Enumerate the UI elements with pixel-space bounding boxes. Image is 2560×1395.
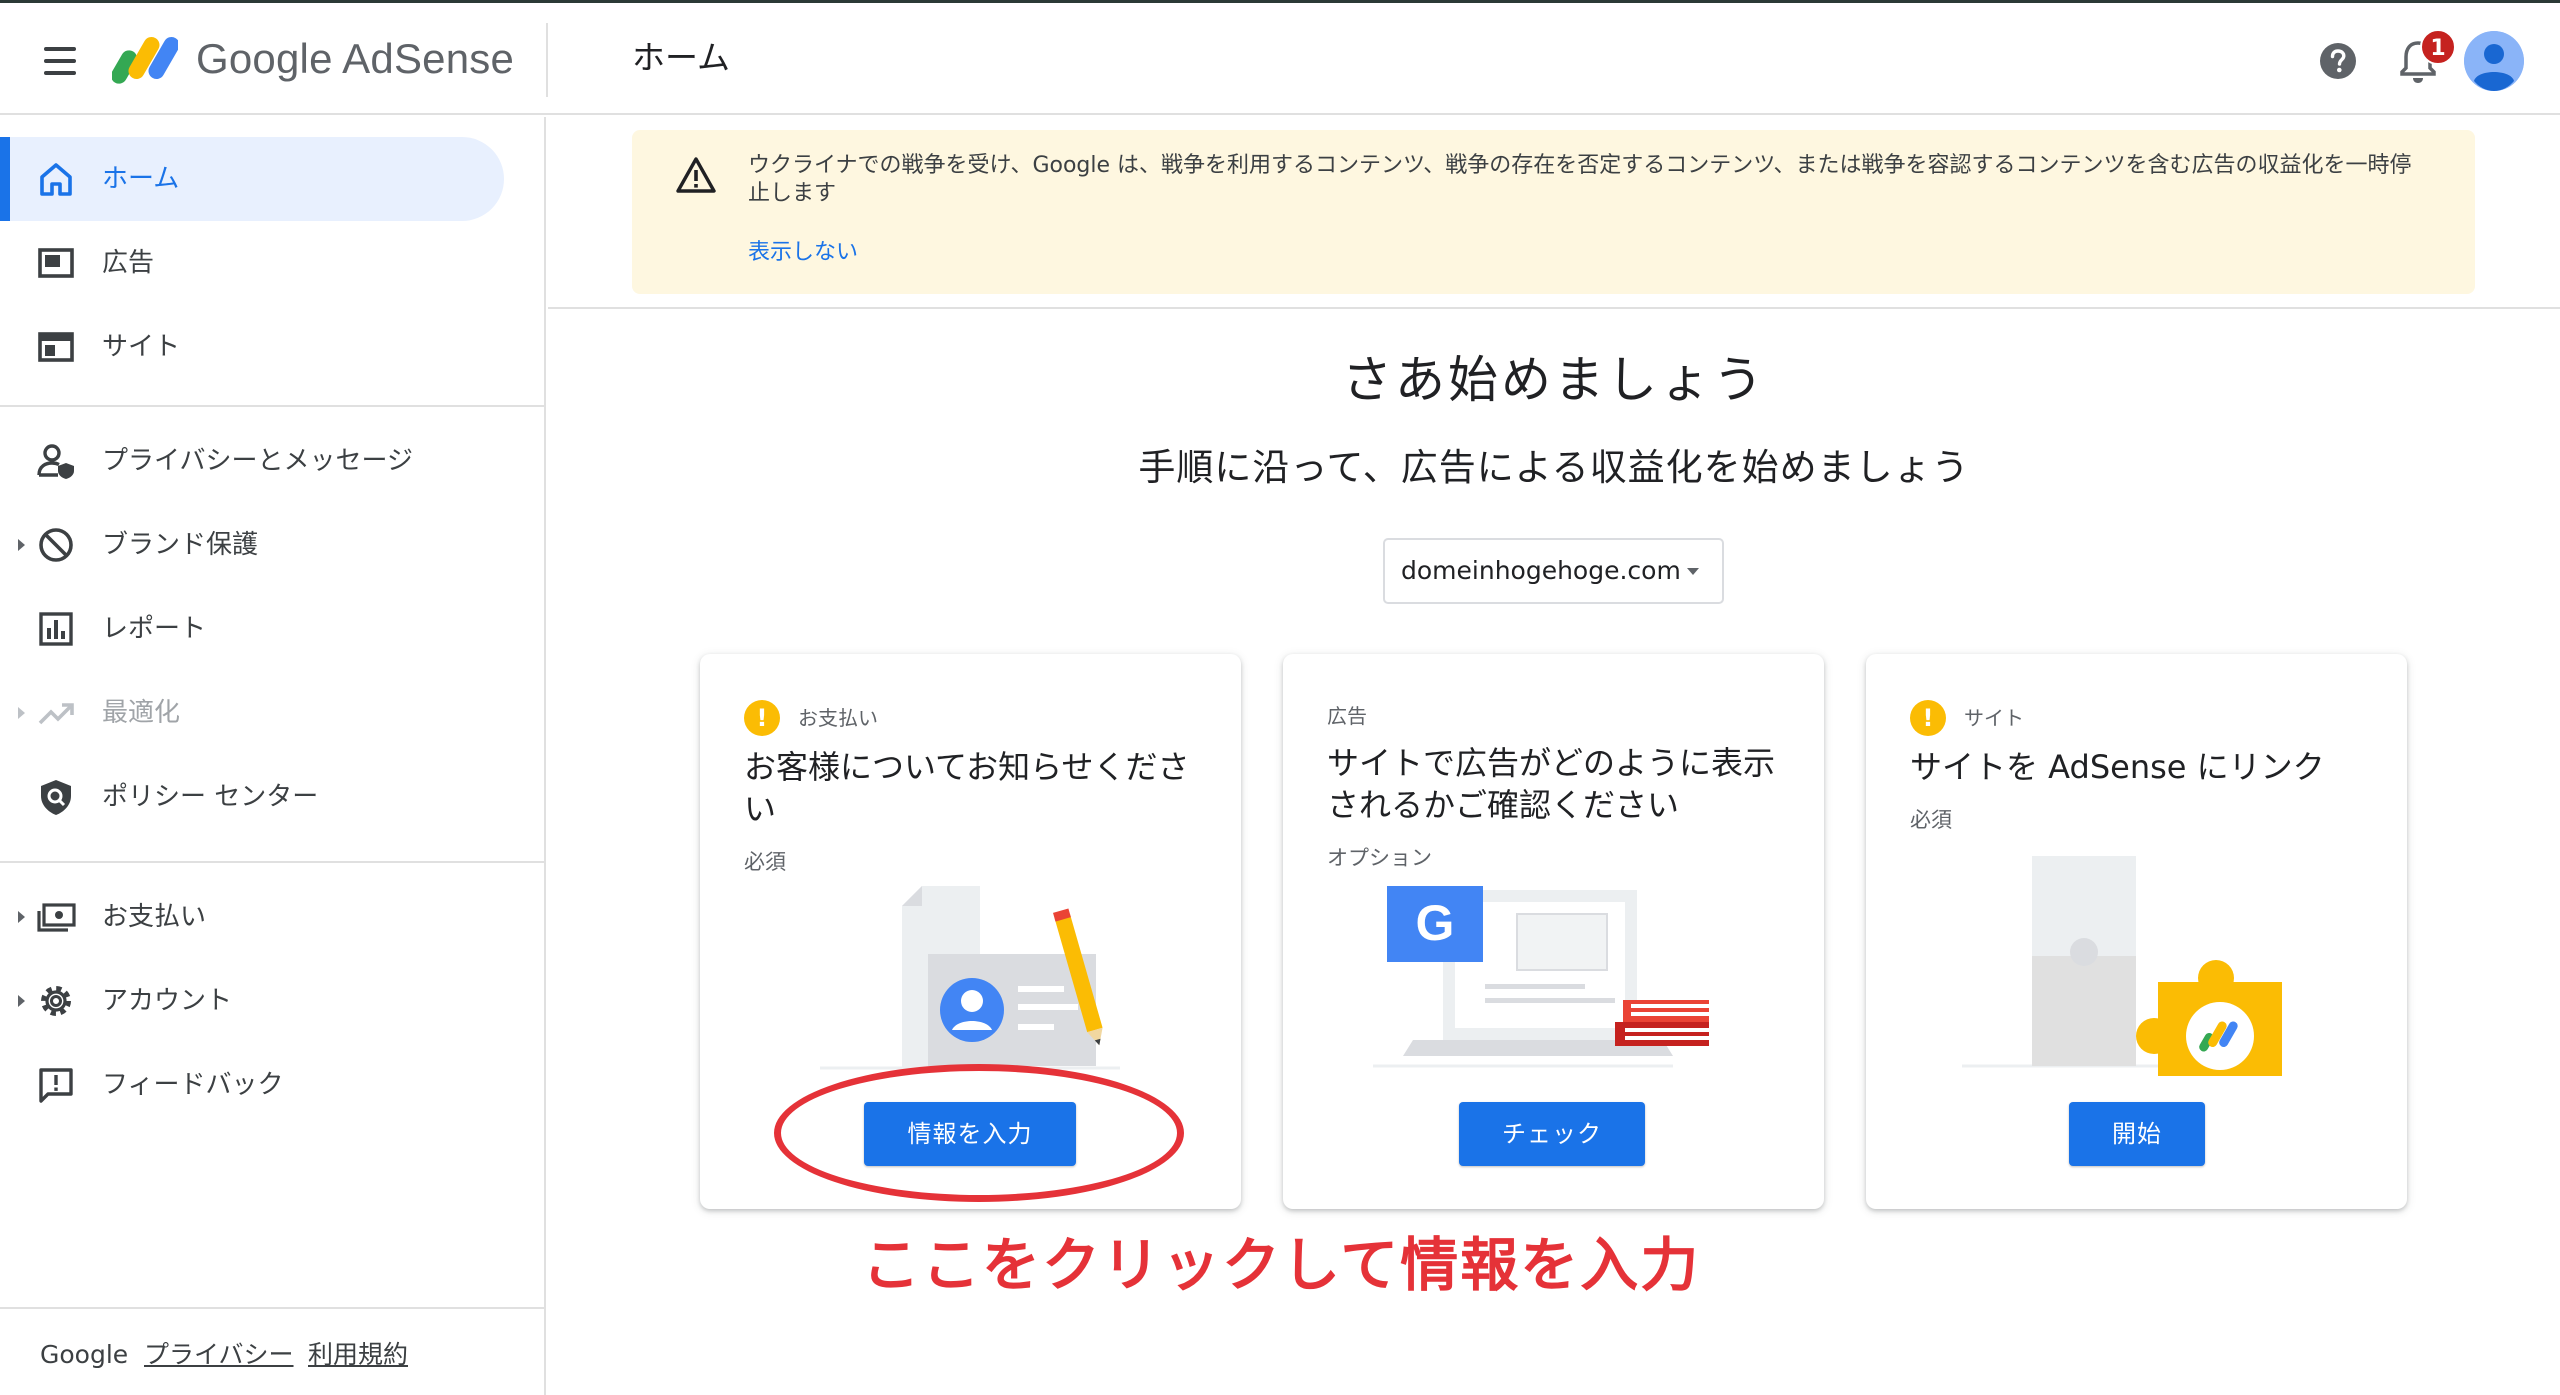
card-category: お支払い [798,706,878,730]
sidebar-item-label: プライバシーとメッセージ [102,446,413,476]
sidebar-item-ads[interactable]: 広告 [0,221,504,305]
card-status: オプション [1327,846,1432,870]
policy-shield-icon [41,780,71,815]
card-link-site: ! サイト サイトを AdSense にリンク 必須 開始 [1866,654,2407,1209]
card-category: サイト [1964,706,2024,730]
menu-icon-bar [44,71,76,75]
sidebar-item-label: フィードバック [102,1070,284,1100]
sidebar-item-optimization[interactable]: 最適化 [0,671,504,755]
card-title: サイトで広告がどのように表示されるかご確認ください [1327,744,1776,824]
sidebar-divider [0,861,546,863]
svg-text:G: G [1416,895,1455,951]
account-person-icon [2464,31,2524,91]
sidebar-item-account[interactable]: アカウント [0,959,504,1043]
payments-icon [37,903,76,932]
gear-icon [41,986,71,1016]
block-icon [39,528,73,562]
expand-caret-icon [18,707,25,719]
feedback-icon [39,1068,73,1103]
privacy-icon [37,444,74,479]
sidebar-item-brand-safety[interactable]: ブランド保護 [0,503,504,587]
sidebar-item-label: 広告 [102,248,155,278]
warning-circle-icon: ! [744,700,780,736]
sidebar-item-reports[interactable]: レポート [0,587,504,671]
sidebar-item-label: ポリシー センター [102,782,319,812]
notification-badge: 1 [2420,29,2456,65]
expand-caret-icon [18,911,25,923]
card-status: 必須 [744,850,786,874]
sidebar-item-label: お支払い [102,902,207,932]
sidebar-item-label: サイト [102,332,181,362]
user-avatar[interactable] [2464,31,2524,91]
sidebar-item-label: 最適化 [102,698,181,728]
footer-google-brand: Google [40,1340,129,1369]
app-logo-text[interactable]: Google AdSense [196,31,514,87]
trending-icon [38,703,74,725]
warning-icon [676,157,716,193]
card-ad-preview: 広告 サイトで広告がどのように表示されるかご確認ください オプション G チェッ… [1283,654,1824,1209]
expand-caret-icon [18,995,25,1007]
sidebar-item-payments[interactable]: お支払い [0,875,504,959]
sidebar-item-feedback[interactable]: フィードバック [0,1043,504,1127]
header-separator [546,23,548,97]
puzzle-illustration-icon [1962,856,2282,1076]
dismiss-link[interactable]: 表示しない [748,236,858,270]
card-title: お客様についてお知らせください [744,748,1190,828]
sidebar-item-label: アカウント [102,986,233,1016]
banner-message: ウクライナでの戦争を受け、Google は、戦争を利用するコンテンツ、戦争の存在… [748,153,2412,206]
sidebar-item-home[interactable]: ホーム [0,137,504,221]
sites-icon [38,332,74,362]
warning-circle-icon: ! [1910,700,1946,736]
adsense-logo-icon [112,37,178,84]
site-select-value: domeinhogehoge.com [1401,556,1681,585]
main-heading: さあ始めましょう [1342,351,1766,409]
dropdown-arrow-icon [1687,568,1699,575]
sidebar-item-label: ブランド保護 [102,530,259,560]
main-divider [548,307,2560,309]
start-button[interactable]: 開始 [2069,1102,2205,1166]
menu-icon-bar [44,59,76,63]
laptop-preview-illustration-icon: G [1373,886,1709,1068]
sidebar-item-label: ホーム [102,164,180,194]
sidebar-footer: Google プライバシー 利用規約 [0,1307,546,1395]
card-title: サイトを AdSense にリンク [1910,748,2325,786]
home-icon [40,163,72,196]
sidebar-item-privacy[interactable]: プライバシーとメッセージ [0,419,504,503]
ads-icon [38,248,74,278]
expand-caret-icon [18,539,25,551]
click-instruction-annotation: ここをクリックして情報を入力 [862,1231,1701,1299]
sidebar-divider [0,405,546,407]
card-category: 広告 [1327,704,1367,728]
main-subheading: 手順に沿って、広告による収益化を始めましょう [1138,446,1970,489]
page-title: ホーム [632,38,731,77]
help-icon[interactable] [2318,41,2358,81]
report-icon [39,612,73,646]
card-status: 必須 [1910,808,1952,832]
notice-banner: ウクライナでの戦争を受け、Google は、戦争を利用するコンテンツ、戦争の存在… [632,130,2475,294]
site-select-dropdown[interactable]: domeinhogehoge.com [1383,538,1724,604]
sidebar-item-label: レポート [102,614,207,644]
menu-button[interactable] [34,39,86,83]
terms-link[interactable]: 利用規約 [308,1337,408,1373]
highlight-circle [774,1064,1184,1202]
privacy-link[interactable]: プライバシー [144,1337,294,1373]
app-header: Google AdSense ホーム 1 [0,3,2560,115]
sidebar-nav: ホーム 広告 サイト プライバシーとメッセージ ブランド保護 レポート 最適化 … [0,117,546,1395]
menu-icon [44,47,76,51]
profile-card-illustration-icon [820,886,1120,1070]
check-button[interactable]: チェック [1459,1102,1645,1166]
sidebar-item-policy-center[interactable]: ポリシー センター [0,755,504,839]
sidebar-item-sites[interactable]: サイト [0,305,504,389]
